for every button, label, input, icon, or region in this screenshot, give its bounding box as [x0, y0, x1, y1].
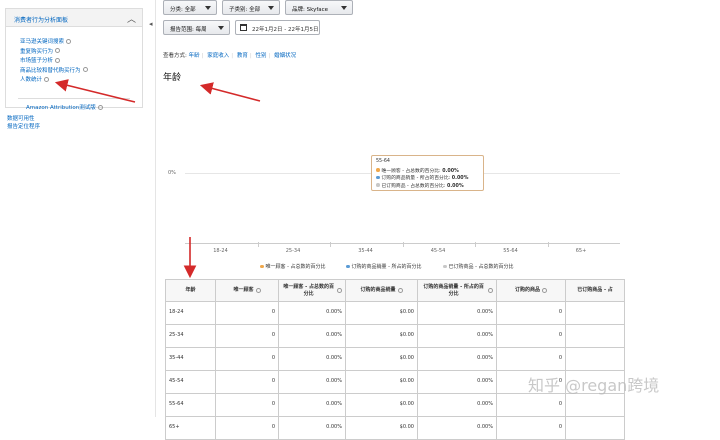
table-cell: 65+: [166, 417, 216, 440]
watermark: 知乎 @regan跨境: [528, 372, 659, 396]
table-cell: $0.00: [346, 417, 418, 440]
table-cell: 0.00%: [279, 417, 346, 440]
table-cell: [566, 417, 625, 440]
table-cell: 0: [497, 417, 566, 440]
annotation-arrows: [54, 79, 261, 279]
table-row: 65+ 0 0.00% $0.00 0.00% 0: [166, 417, 625, 440]
table-cell: 0: [216, 417, 279, 440]
arrow-to-demographics: [54, 79, 136, 103]
watermark-text: 知乎 @regan跨境: [528, 376, 660, 395]
arrow-to-title: [199, 82, 261, 102]
table-cell: 0.00%: [418, 417, 497, 440]
